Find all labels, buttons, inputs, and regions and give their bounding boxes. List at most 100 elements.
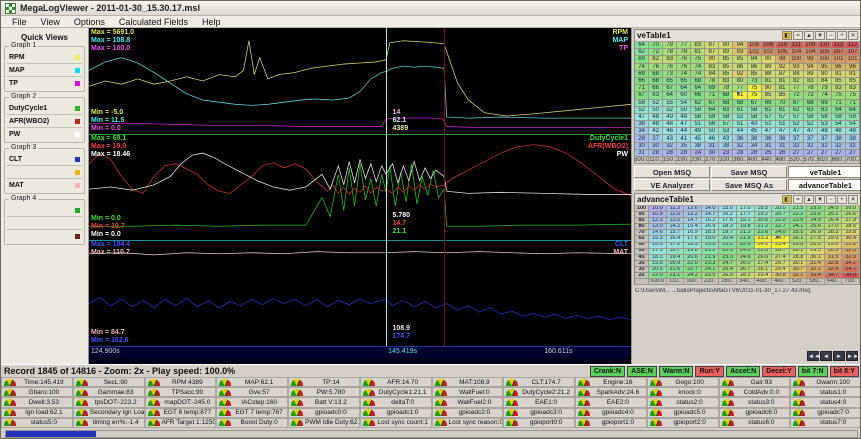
ve-cell[interactable]: 29 bbox=[635, 135, 649, 142]
ve-cell[interactable]: 67 bbox=[790, 100, 804, 107]
ve-cell[interactable]: 69 bbox=[635, 56, 649, 63]
ve-cell[interactable]: 25 bbox=[762, 150, 776, 157]
ve-cell[interactable]: 27 bbox=[804, 150, 818, 157]
color-swatch[interactable] bbox=[75, 132, 80, 137]
tab-vetable1[interactable]: veTable1 bbox=[788, 166, 861, 178]
ve-cell[interactable]: 71 bbox=[832, 100, 846, 107]
advance-cell[interactable]: 24.0 bbox=[755, 243, 773, 249]
ve-cell[interactable]: 53 bbox=[818, 121, 832, 128]
ve-cell[interactable]: 62 bbox=[635, 49, 649, 56]
ve-cell[interactable]: 32 bbox=[818, 143, 832, 150]
ve-cell[interactable]: 31 bbox=[776, 143, 790, 150]
ve-cell[interactable]: 49 bbox=[691, 128, 705, 135]
ve-cell[interactable]: 58 bbox=[691, 107, 705, 114]
ve-cell[interactable]: 70 bbox=[649, 42, 663, 49]
color-swatch[interactable] bbox=[75, 170, 80, 175]
ve-cell[interactable]: 110 bbox=[776, 42, 790, 49]
ve-cell[interactable]: 43 bbox=[663, 135, 677, 142]
ve-cell[interactable]: 111 bbox=[790, 42, 804, 49]
ve-cell[interactable]: 68 bbox=[691, 78, 705, 85]
ve-cell[interactable]: 90 bbox=[762, 85, 776, 92]
ve-cell[interactable]: 81 bbox=[776, 85, 790, 92]
ve-cell[interactable]: 48 bbox=[818, 128, 832, 135]
ve-analyzer-button[interactable]: VE Analyzer bbox=[634, 179, 710, 191]
ve-cell[interactable]: 79 bbox=[663, 42, 677, 49]
ve-cell[interactable]: 46 bbox=[663, 128, 677, 135]
ve-cell[interactable]: 83 bbox=[804, 78, 818, 85]
table-tool-item[interactable]: ▼ bbox=[815, 195, 825, 204]
ve-cell[interactable]: 47 bbox=[677, 121, 691, 128]
title-bar[interactable]: MegaLogViewer - 2011-01-30_15.30.17.msl bbox=[1, 1, 861, 16]
ve-cell[interactable]: 81 bbox=[691, 49, 705, 56]
ve-cell[interactable]: 32 bbox=[804, 143, 818, 150]
ve-cell[interactable]: 58 bbox=[818, 114, 832, 121]
ve-cell[interactable]: 83 bbox=[705, 64, 719, 71]
ve-cell[interactable]: 54 bbox=[832, 121, 846, 128]
ve-cell[interactable]: 73 bbox=[804, 92, 818, 99]
ve-cell[interactable]: 66 bbox=[635, 78, 649, 85]
ve-cell[interactable]: 56 bbox=[705, 121, 719, 128]
ve-cell[interactable]: 94 bbox=[733, 42, 747, 49]
ve-cell[interactable]: 84 bbox=[818, 78, 832, 85]
ve-cell[interactable]: 61➤ bbox=[733, 92, 747, 99]
graph-panel-2[interactable]: Max = 69.1Max = 19.0Max = 18.46Min = 0.0… bbox=[89, 134, 631, 240]
ve-cell[interactable]: 78 bbox=[663, 49, 677, 56]
ve-cell[interactable]: 35 bbox=[677, 143, 691, 150]
ve-cell[interactable]: 72 bbox=[649, 49, 663, 56]
color-swatch[interactable] bbox=[75, 81, 80, 86]
ve-cell[interactable]: 74 bbox=[635, 64, 649, 71]
ve-cell[interactable]: 50 bbox=[677, 107, 691, 114]
table-tool-item[interactable]: − bbox=[826, 195, 836, 204]
sidebar-item-clt[interactable]: CLT bbox=[7, 153, 82, 166]
ve-cell[interactable]: 58 bbox=[748, 114, 762, 121]
color-swatch[interactable] bbox=[75, 68, 80, 73]
ve-cell[interactable]: 57 bbox=[776, 114, 790, 121]
ve-cell[interactable]: 75 bbox=[691, 56, 705, 63]
ve-cell[interactable]: 36 bbox=[776, 135, 790, 142]
ve-cell[interactable]: 109 bbox=[804, 42, 818, 49]
graph-panel-1[interactable]: Max = 5691.0Max = 108.8Max = 100.0Min = … bbox=[89, 28, 631, 134]
ve-cell[interactable]: 112 bbox=[832, 42, 846, 49]
ve-cell[interactable]: 63 bbox=[649, 92, 663, 99]
ve-cell[interactable]: 53 bbox=[719, 128, 733, 135]
ve-cell[interactable]: 47 bbox=[762, 128, 776, 135]
ve-cell[interactable]: 78 bbox=[677, 49, 691, 56]
open-msq-button[interactable]: Open MSQ bbox=[634, 166, 710, 178]
ve-cell[interactable]: 54 bbox=[846, 121, 860, 128]
graph-area[interactable]: Max = 184.4Max = 110.7Min = 84.7Min = 16… bbox=[89, 28, 631, 364]
ve-cell[interactable]: 52 bbox=[635, 107, 649, 114]
ve-cell[interactable]: 96 bbox=[832, 64, 846, 71]
ve-cell[interactable]: 34 bbox=[635, 128, 649, 135]
ve-cell[interactable]: 31 bbox=[705, 143, 719, 150]
ve-cell[interactable]: 43 bbox=[748, 121, 762, 128]
ve-cell[interactable]: 44 bbox=[733, 128, 747, 135]
table-tool-item[interactable]: ◧ bbox=[782, 195, 792, 204]
ve-cell[interactable]: 112 bbox=[846, 42, 860, 49]
ve-cell[interactable]: 94 bbox=[804, 64, 818, 71]
ve-cell[interactable]: 27 bbox=[790, 150, 804, 157]
ve-cell[interactable]: 71 bbox=[705, 92, 719, 99]
ve-cell[interactable]: 84 bbox=[705, 71, 719, 78]
ve-cell[interactable]: 78 bbox=[719, 85, 733, 92]
ve-cell[interactable]: 89 bbox=[762, 64, 776, 71]
ve-cell[interactable]: 83 bbox=[691, 42, 705, 49]
ve-cell[interactable]: 107 bbox=[832, 49, 846, 56]
ve-cell[interactable]: 70 bbox=[776, 100, 790, 107]
playback-cursor-line[interactable] bbox=[386, 28, 387, 358]
ve-cell[interactable]: 90 bbox=[818, 71, 832, 78]
advance-cell[interactable]: 25.4 bbox=[772, 243, 790, 249]
ve-cell[interactable]: 65 bbox=[663, 78, 677, 85]
table-tool-item[interactable]: ▲ bbox=[804, 31, 814, 40]
ve-cell[interactable]: 48 bbox=[846, 128, 860, 135]
ve-cell[interactable]: 62 bbox=[691, 100, 705, 107]
ve-cell[interactable]: 32 bbox=[846, 143, 860, 150]
ve-cell[interactable]: 49 bbox=[663, 114, 677, 121]
ve-cell[interactable]: 34 bbox=[748, 143, 762, 150]
ve-cell[interactable]: 64 bbox=[691, 85, 705, 92]
table-tool-item[interactable]: ▲ bbox=[804, 195, 814, 204]
ve-cell[interactable]: 36 bbox=[733, 135, 747, 142]
ve-cell[interactable]: 47 bbox=[804, 128, 818, 135]
ve-cell[interactable]: 74 bbox=[677, 71, 691, 78]
graph-panel-3[interactable]: Max = 184.4Max = 110.7Min = 84.7Min = 16… bbox=[89, 240, 631, 346]
color-swatch[interactable] bbox=[75, 234, 80, 239]
